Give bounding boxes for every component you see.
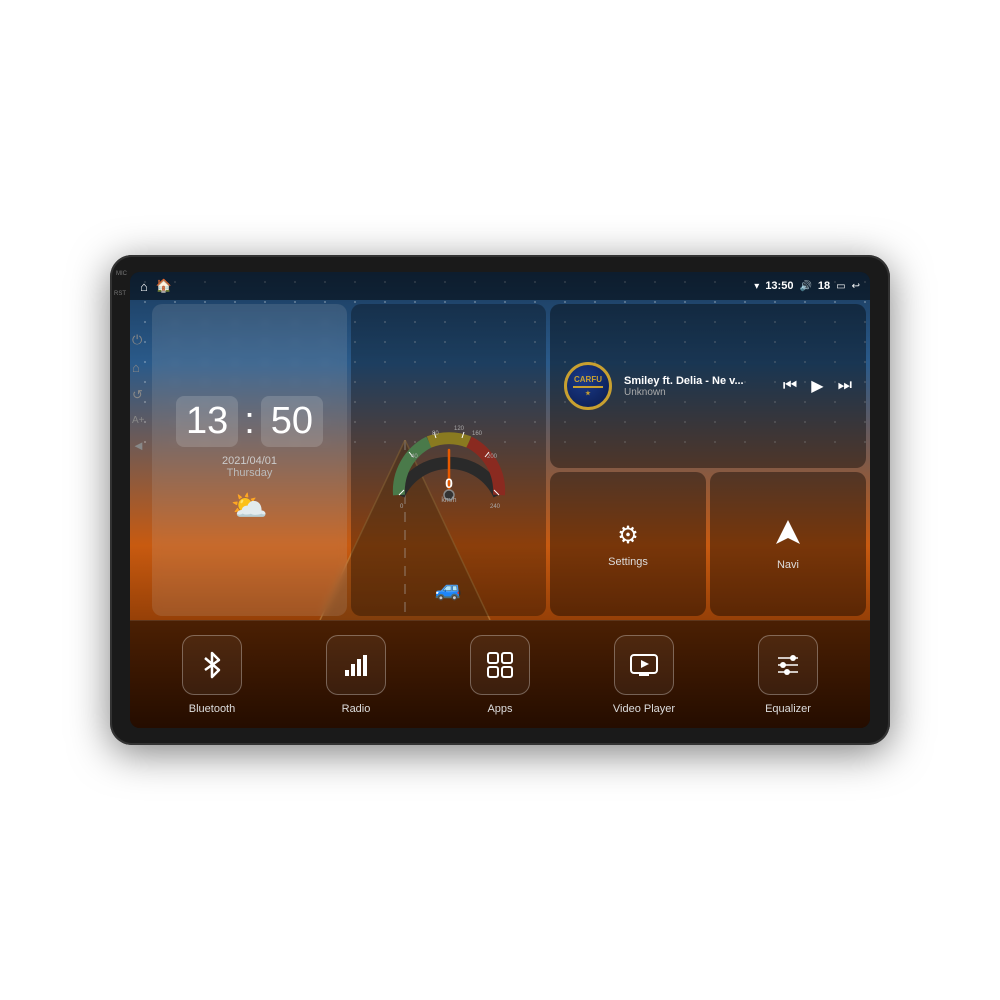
back-button[interactable]: ↺ xyxy=(132,387,145,403)
clock-hour-block: 13 xyxy=(176,396,238,447)
svg-text:200: 200 xyxy=(487,454,498,460)
svg-text:0: 0 xyxy=(445,475,453,491)
svg-text:240: 240 xyxy=(490,504,501,510)
mic-label: MIC xyxy=(116,271,127,277)
music-card[interactable]: CARFU ★ Smiley ft. Delia - Ne v... Unkno… xyxy=(550,304,866,468)
clock-day: Thursday xyxy=(222,467,277,479)
wifi-icon: ▾ xyxy=(754,281,759,292)
equalizer-icon xyxy=(773,650,803,680)
screen-background: ⌂ 🏠 ▾ 13:50 🔊 18 ▭ ↩ ⏻ ⌂ ↺ A+ ◄ xyxy=(130,272,870,728)
car-head-unit: MIC RST ⌂ 🏠 ▾ 13:50 � xyxy=(110,255,890,745)
prev-button[interactable]: ⏮ xyxy=(783,377,797,395)
car-icon: 🚙 xyxy=(435,576,462,602)
svg-text:0: 0 xyxy=(400,504,404,510)
clock-date: 2021/04/01 xyxy=(222,455,277,467)
apps-label: Apps xyxy=(487,703,512,715)
apps-item[interactable]: Apps xyxy=(428,635,572,715)
next-button[interactable]: ⏭ xyxy=(838,377,852,395)
bluetooth-icon-wrap xyxy=(182,635,242,695)
speedometer-widget: 0 km/h 0 40 80 120 160 200 240 🚙 xyxy=(351,304,546,616)
music-controls: ⏮ ▶ ⏭ xyxy=(783,376,852,396)
video-player-item[interactable]: Video Player xyxy=(572,635,716,715)
music-title: Smiley ft. Delia - Ne v... xyxy=(624,375,771,387)
battery-icon: ▭ xyxy=(836,281,845,292)
back-icon[interactable]: ↩ xyxy=(852,281,860,292)
status-left: ⌂ 🏠 xyxy=(140,278,172,294)
svg-text:120: 120 xyxy=(454,426,465,432)
video-player-icon-wrap xyxy=(614,635,674,695)
equalizer-item[interactable]: Equalizer xyxy=(716,635,860,715)
music-logo: CARFU ★ xyxy=(564,362,612,410)
right-column: CARFU ★ Smiley ft. Delia - Ne v... Unkno… xyxy=(550,304,866,616)
back2-button[interactable]: ◄ xyxy=(132,438,145,453)
svg-text:80: 80 xyxy=(432,431,439,437)
navi-label: Navi xyxy=(777,559,799,571)
screen: ⌂ 🏠 ▾ 13:50 🔊 18 ▭ ↩ ⏻ ⌂ ↺ A+ ◄ xyxy=(130,272,870,728)
navi-card[interactable]: Navi xyxy=(710,472,866,616)
main-content: 13 : 50 2021/04/01 Thursday ⛅ xyxy=(148,300,870,620)
radio-item[interactable]: Radio xyxy=(284,635,428,715)
play-button[interactable]: ▶ xyxy=(811,376,823,396)
settings-card[interactable]: ⚙ Settings xyxy=(550,472,706,616)
power-button[interactable]: ⏻ xyxy=(132,332,145,348)
music-info: Smiley ft. Delia - Ne v... Unknown xyxy=(624,375,771,398)
radio-icon-wrap xyxy=(326,635,386,695)
video-player-icon xyxy=(629,650,659,680)
bluetooth-icon xyxy=(197,650,227,680)
clock-display: 13 : 50 xyxy=(176,396,323,447)
weather-icon: ⛅ xyxy=(231,489,268,524)
clock-widget: 13 : 50 2021/04/01 Thursday ⛅ xyxy=(152,304,347,616)
house-icon[interactable]: 🏠 xyxy=(156,278,172,294)
gauge-svg: 0 km/h 0 40 80 120 160 200 240 xyxy=(384,410,514,510)
apps-icon-wrap xyxy=(470,635,530,695)
logo-bar xyxy=(573,386,603,388)
status-time: 13:50 xyxy=(765,280,793,292)
equalizer-label: Equalizer xyxy=(765,703,811,715)
home-button[interactable]: ⌂ xyxy=(132,360,145,375)
bluetooth-label: Bluetooth xyxy=(189,703,235,715)
status-right: ▾ 13:50 🔊 18 ▭ ↩ xyxy=(754,280,860,292)
logo-sub: ★ xyxy=(573,390,603,397)
music-artist: Unknown xyxy=(624,387,771,398)
status-bar: ⌂ 🏠 ▾ 13:50 🔊 18 ▭ ↩ xyxy=(130,272,870,300)
home-soft-key[interactable]: ⌂ xyxy=(140,279,148,294)
radio-label: Radio xyxy=(342,703,371,715)
settings-label: Settings xyxy=(608,556,648,568)
apps-icon xyxy=(485,650,515,680)
svg-text:40: 40 xyxy=(411,454,418,460)
equalizer-icon-wrap xyxy=(758,635,818,695)
clock-min-block: 50 xyxy=(261,396,323,447)
clock-colon: : xyxy=(244,400,255,443)
bottom-app-bar: Bluetooth Radio xyxy=(130,620,870,728)
volume-level: 18 xyxy=(818,280,830,292)
svg-text:km/h: km/h xyxy=(441,497,456,504)
add-button[interactable]: A+ xyxy=(132,415,145,426)
music-logo-text: CARFU xyxy=(573,375,603,384)
navi-icon xyxy=(774,518,802,553)
volume-icon: 🔊 xyxy=(799,281,811,292)
radio-icon xyxy=(341,650,371,680)
clock-hour: 13 xyxy=(186,400,228,442)
bluetooth-item[interactable]: Bluetooth xyxy=(140,635,284,715)
video-player-label: Video Player xyxy=(613,703,675,715)
settings-icon: ⚙ xyxy=(617,521,639,550)
clock-date-display: 2021/04/01 Thursday xyxy=(222,455,277,479)
settings-navi-row: ⚙ Settings Navi xyxy=(550,472,866,616)
rst-label: RST xyxy=(114,291,126,297)
svg-text:160: 160 xyxy=(472,431,483,437)
side-controls: ⏻ ⌂ ↺ A+ ◄ xyxy=(132,332,145,453)
clock-minute: 50 xyxy=(271,400,313,442)
